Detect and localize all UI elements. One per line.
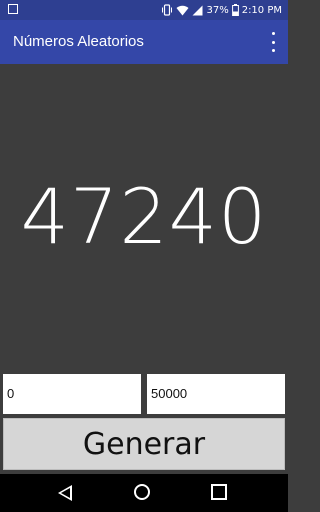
min-value-field[interactable]: 0 (3, 374, 141, 414)
navigation-bar (0, 474, 288, 512)
battery-icon (231, 4, 239, 16)
back-icon-inner (60, 488, 70, 498)
status-bar: 37% 2:10 PM (0, 0, 288, 20)
clock: 2:10 PM (241, 4, 282, 16)
recents-icon[interactable] (211, 484, 227, 500)
max-value-field[interactable]: 50000 (147, 374, 285, 414)
battery-percent: 37% (206, 4, 229, 16)
notification-square-icon (8, 4, 18, 14)
app-bar: Números Aleatorios (0, 20, 288, 64)
result-area: 47240 (0, 64, 288, 372)
generate-button[interactable]: Generar (3, 418, 285, 470)
status-icons: 37% 2:10 PM (161, 2, 282, 18)
range-inputs: 0 50000 (0, 372, 288, 416)
wifi-icon (176, 5, 189, 15)
app-title: Números Aleatorios (13, 33, 144, 50)
home-icon[interactable] (134, 484, 150, 500)
vibrate-icon (162, 4, 173, 16)
random-number-display: 47240 (20, 172, 268, 261)
signal-icon (192, 5, 203, 15)
overflow-menu-icon[interactable] (268, 32, 278, 52)
